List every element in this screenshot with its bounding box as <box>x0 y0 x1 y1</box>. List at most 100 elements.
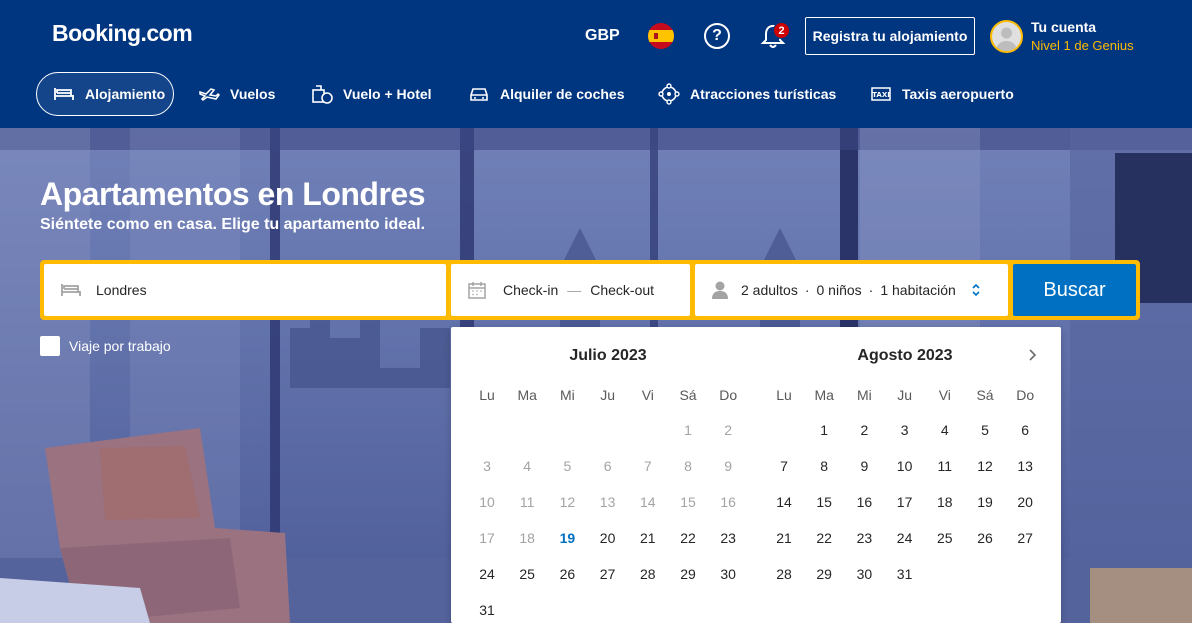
calendar-day[interactable]: 23 <box>708 520 748 556</box>
calendar-day[interactable]: 19 <box>965 484 1005 520</box>
date-separator: — <box>567 282 582 298</box>
currency-selector[interactable]: GBP <box>585 27 620 45</box>
weekday-label: Lu <box>479 387 495 403</box>
calendar-day[interactable]: 31 <box>467 592 507 623</box>
checkout-value: Check-out <box>590 282 655 298</box>
calendar-day: 3 <box>483 458 491 474</box>
top-header: Booking.com GBP ? 2 Registra tu alojamie… <box>0 0 1192 128</box>
dates-field[interactable]: Check-in — Check-out <box>451 264 690 316</box>
calendar-day: 8 <box>684 458 692 474</box>
calendar-day[interactable]: 6 <box>1005 412 1045 448</box>
avatar[interactable] <box>990 20 1023 53</box>
calendar-day[interactable]: 24 <box>885 520 925 556</box>
destination-field[interactable]: Londres <box>44 264 446 316</box>
calendar-day[interactable]: 24 <box>467 556 507 592</box>
calendar-day[interactable]: 20 <box>1005 484 1045 520</box>
nav-label: Atracciones turísticas <box>690 86 837 102</box>
booking-logo[interactable]: Booking.com <box>52 20 193 47</box>
nav-tab-flights[interactable]: Vuelos <box>182 72 291 116</box>
calendar-day[interactable]: 1 <box>804 412 844 448</box>
work-trip-checkbox[interactable] <box>40 336 60 356</box>
calendar-day: 10 <box>479 494 495 510</box>
calendar-day[interactable]: 19 <box>547 520 587 556</box>
calendar-day[interactable]: 4 <box>925 412 965 448</box>
calendar-day[interactable]: 22 <box>668 520 708 556</box>
weekday-label: Do <box>719 387 738 403</box>
calendar-day[interactable]: 2 <box>844 412 884 448</box>
weekday-label: Sá <box>679 387 697 403</box>
calendar-day[interactable]: 29 <box>804 556 844 592</box>
weekday-label: Ju <box>600 387 615 403</box>
month-title-august: Agosto 2023 <box>857 347 953 364</box>
rooms-value: 1 habitación <box>880 282 956 298</box>
weekday-label: Do <box>1016 387 1035 403</box>
calendar-day[interactable]: 30 <box>844 556 884 592</box>
calendar-day[interactable]: 21 <box>764 520 804 556</box>
calendar-day[interactable]: 26 <box>547 556 587 592</box>
search-button[interactable]: Buscar <box>1013 264 1136 316</box>
calendar-day[interactable]: 27 <box>1005 520 1045 556</box>
nav-label: Taxis aeropuerto <box>902 86 1014 102</box>
calendar-day[interactable]: 17 <box>885 484 925 520</box>
help-icon[interactable]: ? <box>704 23 730 49</box>
children-value: 0 niños <box>816 282 862 298</box>
nav-label: Vuelo + Hotel <box>343 86 432 102</box>
calendar-day: 15 <box>680 494 696 510</box>
calendar-day[interactable]: 20 <box>588 520 628 556</box>
weekday-label: Mi <box>857 387 872 403</box>
weekday-label: Ju <box>897 387 912 403</box>
calendar-day: 11 <box>519 494 535 510</box>
calendar-day[interactable]: 18 <box>925 484 965 520</box>
weekday-label: Vi <box>641 387 654 403</box>
calendar-day[interactable]: 29 <box>668 556 708 592</box>
calendar-day[interactable]: 28 <box>628 556 668 592</box>
calendar-day[interactable]: 15 <box>804 484 844 520</box>
month-title-july: Julio 2023 <box>569 347 647 364</box>
weekday-label: Mi <box>560 387 575 403</box>
calendar-day[interactable]: 5 <box>965 412 1005 448</box>
nav-tab-flight-hotel[interactable]: Vuelo + Hotel <box>295 72 448 116</box>
calendar-day: 2 <box>724 422 733 438</box>
nav-tab-attractions[interactable]: Atracciones turísticas <box>642 72 852 116</box>
spain-flag-icon[interactable] <box>648 23 674 49</box>
destination-value: Londres <box>96 282 147 298</box>
calendar-day[interactable]: 25 <box>925 520 965 556</box>
weekday-label: Sá <box>976 387 994 403</box>
calendar-day: 4 <box>523 458 532 474</box>
chevron-right-icon[interactable] <box>1025 347 1041 363</box>
weekday-label: Ma <box>814 387 834 403</box>
calendar-day[interactable]: 25 <box>507 556 547 592</box>
calendar-day[interactable]: 30 <box>708 556 748 592</box>
account-name[interactable]: Tu cuenta <box>1031 19 1096 35</box>
page-subtitle: Siéntete como en casa. Elige tu apartame… <box>40 216 426 233</box>
calendar-day[interactable]: 14 <box>764 484 804 520</box>
calendar-day[interactable]: 9 <box>844 448 884 484</box>
calendar-day[interactable]: 3 <box>885 412 925 448</box>
checkin-value: Check-in <box>503 282 559 298</box>
calendar-day[interactable]: 8 <box>804 448 844 484</box>
plane-icon <box>199 88 220 101</box>
calendar-day[interactable]: 26 <box>965 520 1005 556</box>
calendar-day[interactable]: 10 <box>885 448 925 484</box>
calendar-day[interactable]: 27 <box>588 556 628 592</box>
weekday-label: Vi <box>938 387 951 403</box>
calendar-day[interactable]: 16 <box>844 484 884 520</box>
calendar-day[interactable]: 21 <box>628 520 668 556</box>
calendar-day: 7 <box>643 458 652 474</box>
calendar-day[interactable]: 31 <box>885 556 925 592</box>
person-icon <box>712 281 728 299</box>
register-property-button[interactable]: Registra tu alojamiento <box>805 17 975 55</box>
taxi-icon: TAXI <box>871 87 891 101</box>
nav-tab-car-rental[interactable]: Alquiler de coches <box>452 72 640 116</box>
nav-tab-airport-taxis[interactable]: TAXI Taxis aeropuerto <box>854 72 1030 116</box>
date-picker: Julio 2023 Agosto 2023 Lu Ma Mi Ju Vi Sá Do 1 2 3… <box>451 327 1061 623</box>
nav-tab-accommodation[interactable]: Alojamiento <box>36 72 174 116</box>
calendar-day[interactable]: 12 <box>965 448 1005 484</box>
calendar-day[interactable]: 11 <box>925 448 965 484</box>
guests-field[interactable]: 2 adultos · 0 niños · 1 habitación <box>695 264 1008 316</box>
calendar-day[interactable]: 13 <box>1005 448 1045 484</box>
calendar-day[interactable]: 28 <box>764 556 804 592</box>
calendar-day[interactable]: 23 <box>844 520 884 556</box>
calendar-day[interactable]: 7 <box>764 448 804 484</box>
calendar-day[interactable]: 22 <box>804 520 844 556</box>
